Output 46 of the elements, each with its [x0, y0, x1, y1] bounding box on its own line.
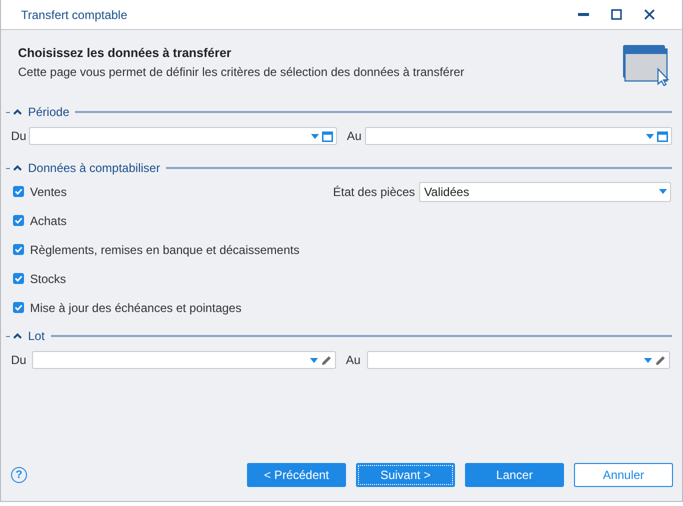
- window-title: Transfert comptable: [21, 8, 128, 22]
- checkbox-label[interactable]: Ventes: [30, 184, 67, 198]
- wizard-button[interactable]: Lancer: [465, 463, 564, 487]
- wizard-button[interactable]: < Précédent: [247, 463, 346, 487]
- page-title: Choisissez les données à transférer: [18, 46, 232, 60]
- window-cursor-icon: [622, 44, 670, 86]
- lot-field[interactable]: [32, 351, 336, 369]
- pencil-icon[interactable]: [320, 354, 332, 366]
- checkbox[interactable]: [13, 215, 24, 226]
- wizard-button[interactable]: Annuler: [574, 463, 673, 487]
- collapse-chevron-icon[interactable]: [13, 109, 22, 115]
- maximize-icon[interactable]: [611, 9, 622, 20]
- checkbox[interactable]: [13, 244, 24, 255]
- collapse-chevron-icon[interactable]: [13, 333, 22, 339]
- dropdown-arrow-icon[interactable]: [644, 358, 652, 362]
- checkbox-label[interactable]: Règlements, remises en banque et décaissements: [30, 242, 300, 256]
- field-label: État des pièces: [333, 184, 416, 198]
- checkbox-label[interactable]: Stocks: [30, 272, 66, 286]
- lot-field[interactable]: [366, 351, 670, 369]
- calendar-icon[interactable]: [322, 130, 333, 142]
- section-title: Données à comptabiliser: [28, 161, 160, 175]
- dropdown-arrow-icon[interactable]: [310, 134, 319, 138]
- date-field[interactable]: [364, 127, 672, 145]
- checkbox[interactable]: [13, 273, 24, 284]
- checkbox-label[interactable]: Achats: [30, 214, 67, 228]
- pencil-icon[interactable]: [655, 354, 666, 366]
- status-dropdown[interactable]: Validées: [419, 182, 671, 202]
- field-label: Du: [11, 353, 26, 367]
- field-label: Au: [346, 129, 362, 143]
- dropdown-arrow-icon[interactable]: [310, 358, 318, 362]
- close-icon[interactable]: [644, 9, 655, 20]
- collapse-chevron-icon[interactable]: [13, 165, 22, 171]
- calendar-icon[interactable]: [657, 130, 668, 142]
- field-label: Du: [11, 129, 26, 143]
- checkbox-label[interactable]: Mise à jour des échéances et pointages: [30, 300, 242, 314]
- section-title: Période: [28, 105, 70, 119]
- wizard-button[interactable]: Suivant >: [356, 463, 455, 487]
- dropdown-arrow-icon[interactable]: [659, 189, 667, 194]
- checkbox[interactable]: [13, 302, 24, 313]
- field-value: Validées: [424, 184, 470, 198]
- date-field[interactable]: [29, 127, 337, 145]
- section-title: Lot: [28, 329, 45, 343]
- checkbox[interactable]: [13, 186, 24, 197]
- page-subtitle: Cette page vous permet de définir les critères de sélection des données à transférer: [18, 65, 464, 79]
- dropdown-arrow-icon[interactable]: [646, 134, 654, 138]
- field-label: Au: [346, 353, 361, 367]
